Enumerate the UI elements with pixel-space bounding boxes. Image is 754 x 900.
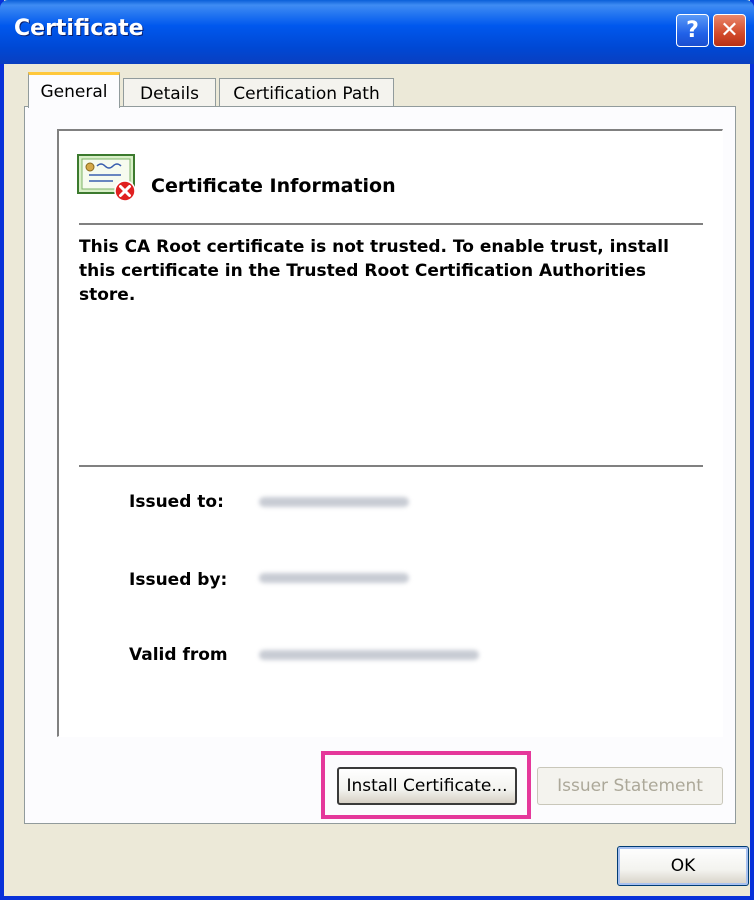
issued-to-value	[259, 497, 409, 507]
tab-general[interactable]: General	[28, 72, 120, 108]
issuer-statement-button: Issuer Statement	[537, 767, 723, 805]
trust-warning-message: This CA Root certificate is not trusted.…	[79, 237, 669, 305]
help-button[interactable]: ?	[676, 14, 709, 47]
general-tab-panel: Certificate Information This CA Root cer…	[24, 106, 736, 824]
fields-divider	[79, 465, 703, 468]
valid-from-value	[259, 650, 479, 660]
certificate-error-icon	[77, 154, 136, 202]
window-title: Certificate	[14, 16, 144, 41]
certificate-info-box: Certificate Information This CA Root cer…	[57, 129, 723, 737]
title-bar[interactable]: Certificate ? ✕	[0, 0, 754, 64]
tab-certification-path[interactable]: Certification Path	[219, 78, 394, 108]
certificate-info-header: Certificate Information	[151, 175, 396, 197]
issued-by-value	[259, 573, 409, 583]
install-button-highlight	[321, 751, 531, 819]
ok-button[interactable]: OK	[617, 846, 749, 886]
close-button[interactable]: ✕	[713, 14, 746, 47]
tab-details[interactable]: Details	[123, 78, 216, 108]
header-divider	[79, 223, 703, 226]
certificate-dialog: Certificate ? ✕ General Details Certific…	[0, 0, 754, 900]
issued-by-label: Issued by:	[129, 570, 228, 590]
issued-to-label: Issued to:	[129, 492, 224, 512]
valid-from-label: Valid from	[129, 645, 228, 665]
tab-strip: General Details Certification Path	[24, 70, 724, 108]
